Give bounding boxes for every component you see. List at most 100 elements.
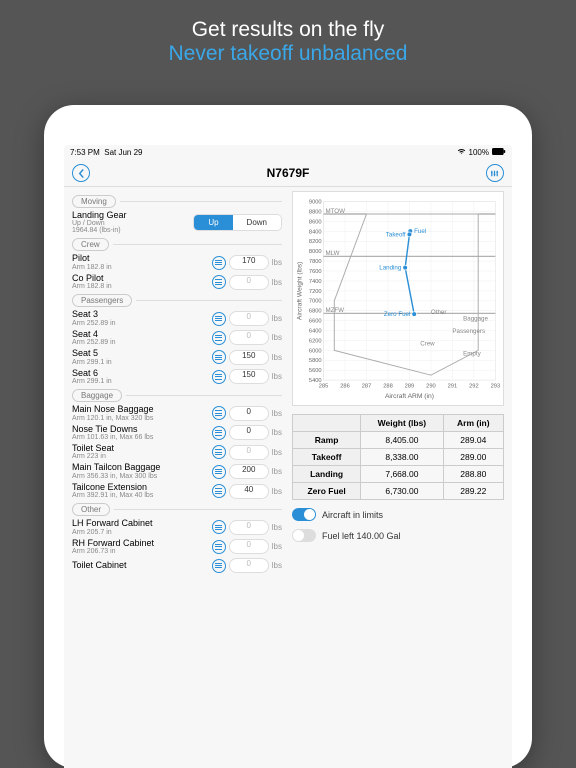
svg-text:287: 287 bbox=[362, 384, 372, 390]
row-weight: 6,730.00 bbox=[361, 483, 443, 500]
weight-input[interactable]: 0 bbox=[229, 330, 269, 345]
back-button[interactable] bbox=[72, 164, 90, 182]
list-item: Main Tailcon BaggageArm 356.33 in, Max 3… bbox=[72, 463, 282, 479]
th-weight: Weight (lbs) bbox=[361, 415, 443, 432]
svg-text:7600: 7600 bbox=[309, 269, 322, 275]
limits-toggle[interactable] bbox=[292, 508, 316, 521]
table-row: Landing7,668.00288.80 bbox=[293, 466, 504, 483]
gear-up[interactable]: Up bbox=[194, 215, 232, 230]
row-landing-gear: Landing Gear Up / Down 1964.84 (lbs-in) … bbox=[72, 211, 282, 234]
svg-text:6800: 6800 bbox=[309, 309, 322, 315]
gear-sub2: 1964.84 (lbs-in) bbox=[72, 227, 127, 234]
table-row: Zero Fuel6,730.00289.22 bbox=[293, 483, 504, 500]
weight-input[interactable]: 0 bbox=[229, 520, 269, 535]
unit-label: lbs bbox=[272, 487, 282, 496]
list-item: Toilet SeatArm 223 in0lbs bbox=[72, 444, 282, 460]
svg-text:Crew: Crew bbox=[420, 340, 435, 347]
weight-input[interactable]: 150 bbox=[229, 350, 269, 365]
unit-label: lbs bbox=[272, 278, 282, 287]
unit-label: lbs bbox=[272, 314, 282, 323]
item-label: RH Forward Cabinet bbox=[72, 539, 154, 548]
settings-button[interactable] bbox=[486, 164, 504, 182]
weight-input[interactable]: 0 bbox=[229, 275, 269, 290]
menu-icon[interactable] bbox=[212, 331, 226, 345]
weight-input[interactable]: 150 bbox=[229, 369, 269, 384]
menu-icon[interactable] bbox=[212, 256, 226, 270]
item-sub: Arm 182.8 in bbox=[72, 264, 112, 271]
menu-icon[interactable] bbox=[212, 484, 226, 498]
svg-text:8600: 8600 bbox=[309, 219, 322, 225]
item-label: Pilot bbox=[72, 254, 112, 263]
unit-label: lbs bbox=[272, 523, 282, 532]
row-weight: 8,405.00 bbox=[361, 432, 443, 449]
svg-text:292: 292 bbox=[469, 384, 479, 390]
list-item: Toilet Cabinet0lbs bbox=[72, 558, 282, 573]
unit-label: lbs bbox=[272, 372, 282, 381]
list-item: Seat 3Arm 252.89 in0lbs bbox=[72, 310, 282, 326]
unit-label: lbs bbox=[272, 542, 282, 551]
unit-label: lbs bbox=[272, 409, 282, 418]
item-sub: Arm 252.89 in bbox=[72, 320, 116, 327]
svg-text:5600: 5600 bbox=[309, 368, 322, 374]
weight-input[interactable]: 40 bbox=[229, 484, 269, 499]
unit-label: lbs bbox=[272, 353, 282, 362]
gear-segmented[interactable]: Up Down bbox=[193, 214, 282, 231]
menu-icon[interactable] bbox=[212, 275, 226, 289]
weight-input[interactable]: 0 bbox=[229, 539, 269, 554]
weight-input[interactable]: 170 bbox=[229, 255, 269, 270]
list-item: PilotArm 182.8 in170lbs bbox=[72, 254, 282, 270]
menu-icon[interactable] bbox=[212, 465, 226, 479]
list-item: Seat 5Arm 299.1 in150lbs bbox=[72, 349, 282, 365]
svg-text:5800: 5800 bbox=[309, 358, 322, 364]
unit-label: lbs bbox=[272, 467, 282, 476]
row-arm: 289.22 bbox=[443, 483, 503, 500]
hero-line-1: Get results on the fly bbox=[0, 18, 576, 42]
row-key: Ramp bbox=[293, 432, 361, 449]
menu-icon[interactable] bbox=[212, 350, 226, 364]
menu-icon[interactable] bbox=[212, 540, 226, 554]
svg-text:6600: 6600 bbox=[309, 319, 322, 325]
menu-icon[interactable] bbox=[212, 559, 226, 573]
table-row: Takeoff8,338.00289.00 bbox=[293, 449, 504, 466]
weight-input[interactable]: 0 bbox=[229, 445, 269, 460]
svg-text:Fuel: Fuel bbox=[414, 228, 426, 235]
svg-text:9000: 9000 bbox=[309, 200, 322, 206]
menu-icon[interactable] bbox=[212, 520, 226, 534]
list-item: Main Nose BaggageArm 120.1 in, Max 320 l… bbox=[72, 405, 282, 421]
svg-text:290: 290 bbox=[426, 384, 436, 390]
item-sub: Arm 101.63 in, Max 66 lbs bbox=[72, 434, 153, 441]
menu-icon[interactable] bbox=[212, 406, 226, 420]
row-weight: 8,338.00 bbox=[361, 449, 443, 466]
weight-input[interactable]: 0 bbox=[229, 406, 269, 421]
gear-label: Landing Gear bbox=[72, 211, 127, 220]
item-label: Main Nose Baggage bbox=[72, 405, 154, 414]
svg-text:Passengers: Passengers bbox=[452, 328, 485, 335]
item-label: Tailcone Extension bbox=[72, 483, 153, 492]
gear-down[interactable]: Down bbox=[233, 215, 281, 230]
svg-text:6200: 6200 bbox=[309, 338, 322, 344]
fuel-toggle[interactable] bbox=[292, 529, 316, 542]
unit-label: lbs bbox=[272, 561, 282, 570]
weight-input[interactable]: 0 bbox=[229, 311, 269, 326]
svg-text:MTOW: MTOW bbox=[325, 208, 345, 215]
wifi-icon bbox=[457, 148, 466, 157]
row-arm: 289.04 bbox=[443, 432, 503, 449]
item-label: Seat 5 bbox=[72, 349, 112, 358]
weight-input[interactable]: 0 bbox=[229, 425, 269, 440]
menu-icon[interactable] bbox=[212, 426, 226, 440]
weight-input[interactable]: 200 bbox=[229, 464, 269, 479]
menu-icon[interactable] bbox=[212, 370, 226, 384]
list-item: LH Forward CabinetArm 205.7 in0lbs bbox=[72, 519, 282, 535]
left-panel: Moving Landing Gear Up / Down 1964.84 (l… bbox=[64, 187, 288, 768]
svg-text:Zero Fuel: Zero Fuel bbox=[384, 311, 410, 318]
menu-icon[interactable] bbox=[212, 312, 226, 326]
svg-text:8400: 8400 bbox=[309, 229, 322, 235]
row-arm: 288.80 bbox=[443, 466, 503, 483]
weight-input[interactable]: 0 bbox=[229, 558, 269, 573]
table-row: Ramp8,405.00289.04 bbox=[293, 432, 504, 449]
item-sub: Arm 356.33 in, Max 300 lbs bbox=[72, 473, 160, 480]
item-sub: Arm 299.1 in bbox=[72, 378, 112, 385]
menu-icon[interactable] bbox=[212, 445, 226, 459]
svg-text:Empty: Empty bbox=[463, 350, 481, 357]
svg-text:Takeoff: Takeoff bbox=[386, 231, 406, 238]
